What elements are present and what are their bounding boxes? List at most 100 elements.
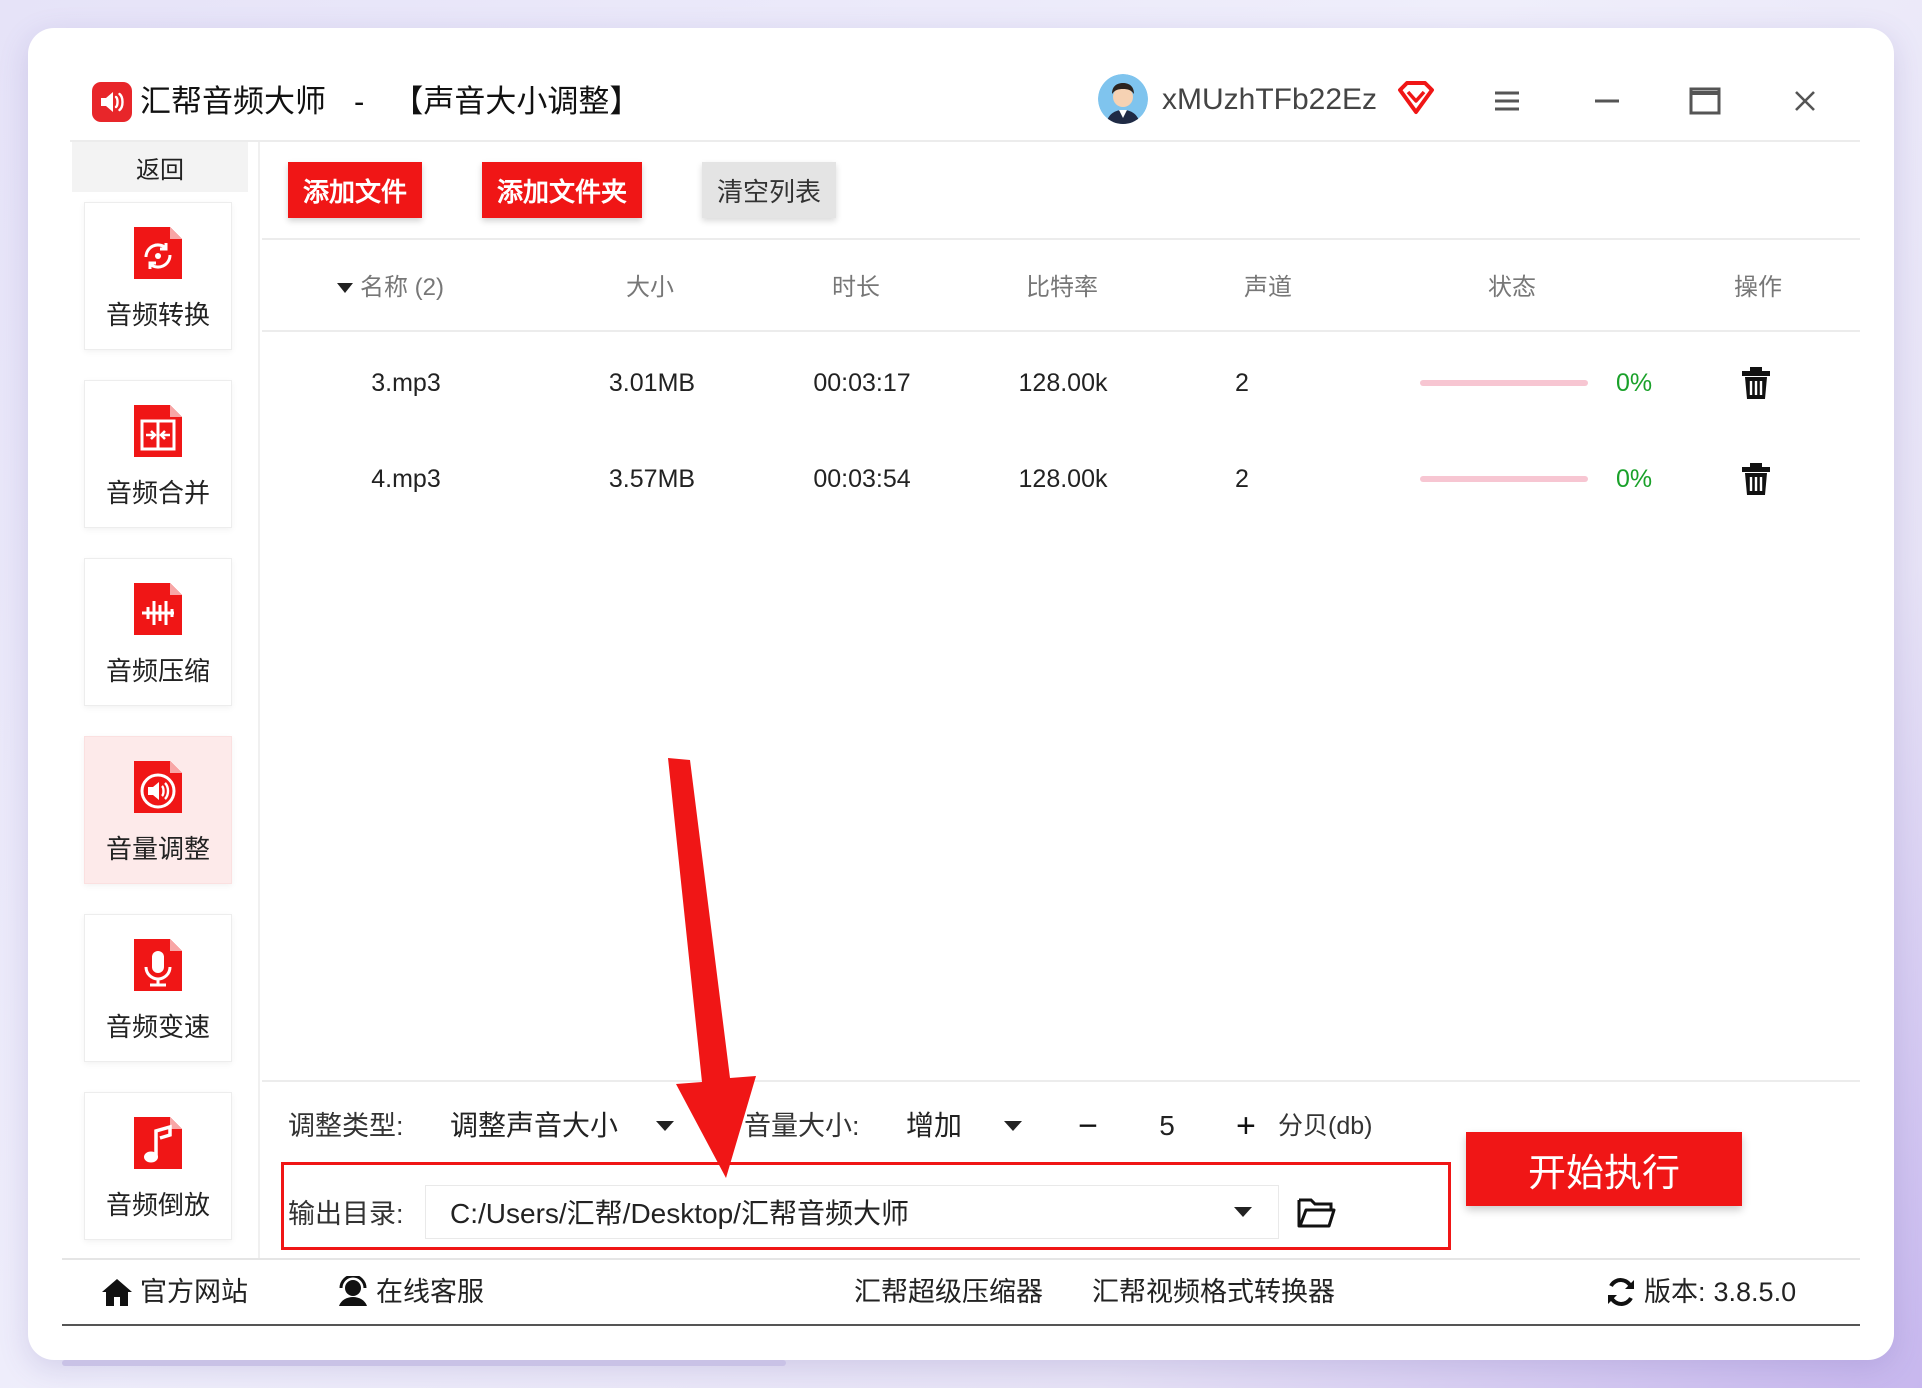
toolbar-divider [262,238,1860,240]
folder-open-icon[interactable] [1296,1194,1336,1230]
home-icon [102,1279,132,1306]
online-service-link[interactable]: 在线客服 [336,1272,484,1312]
back-button[interactable]: 返回 [72,142,248,192]
column-name-label: 名称 (2) [360,274,444,301]
sidebar-item-label: 音频压缩 [105,656,210,686]
window-title: 汇帮音频大师 - 【声音大小调整】 [140,78,640,126]
customer-service-icon [339,1276,367,1306]
options-divider [262,1080,1860,1082]
app-logo-icon [92,82,132,122]
file-duration: 00:03:54 [813,465,911,493]
sidebar-divider [258,142,260,1258]
column-header-duration: 时长 [832,274,880,301]
progress-bar [1420,476,1588,482]
output-dir-value: C:/Users/汇帮/Desktop/汇帮音频大师 [450,1198,909,1229]
official-site-link[interactable]: 官方网站 [100,1272,248,1312]
chevron-down-icon [1234,1207,1252,1217]
menu-icon[interactable] [1484,78,1530,124]
close-icon[interactable] [1782,78,1828,124]
file-name: 3.mp3 [371,369,441,397]
volume-plus-button[interactable]: + [1218,1106,1274,1146]
sort-down-icon [337,283,353,293]
progress-bar [1420,380,1588,386]
title-separator: - [354,84,365,119]
file-size: 3.57MB [608,465,696,493]
compressor-link[interactable]: 汇帮超级压缩器 [854,1272,1043,1312]
official-site-label: 官方网站 [140,1277,248,1307]
column-header-action: 操作 [1734,274,1782,301]
sidebar-item-label: 音频合并 [105,478,210,508]
volume-minus-button[interactable]: − [1060,1106,1116,1146]
adjust-type-value: 调整声音大小 [450,1110,619,1141]
file-channels: 2 [1235,465,1249,493]
table-row[interactable]: 4.mp3 3.57MB 00:03:54 128.00k 2 0% [262,452,1860,506]
sidebar-item-label: 音量调整 [105,834,210,864]
sidebar-item-label: 音频倒放 [105,1190,210,1220]
titlebar-divider [70,140,1860,142]
column-header-size: 大小 [626,274,674,301]
file-bitrate: 128.00k [1018,369,1108,397]
progress-percent: 0% [1616,369,1653,397]
version-info[interactable]: 版本: 3.8.5.0 [1604,1272,1796,1312]
adjust-type-label: 调整类型: [288,1111,404,1141]
volume-unit: 分贝(db) [1278,1112,1373,1140]
window-scroll-indicator [62,1360,786,1366]
table-row[interactable]: 3.mp3 3.01MB 00:03:17 128.00k 2 0% [262,356,1860,410]
sidebar-item-audio-compress[interactable]: 音频压缩 [84,558,232,706]
add-file-button[interactable]: 添加文件 [288,162,422,218]
column-header-channels: 声道 [1244,274,1292,301]
file-name: 4.mp3 [371,465,441,493]
video-converter-link[interactable]: 汇帮视频格式转换器 [1092,1272,1335,1312]
username: xMUzhTFb22Ez [1162,83,1378,116]
file-channels: 2 [1235,369,1249,397]
table-header-divider [262,330,1860,332]
footer-divider [62,1258,1860,1260]
volume-stepper: − 5 + [1060,1098,1274,1154]
version-label: 版本: [1644,1277,1706,1307]
adjust-type-select[interactable]: 调整声音大小 [430,1098,690,1154]
progress-percent: 0% [1616,465,1653,493]
sidebar-item-label: 音频转换 [105,300,210,330]
app-name: 汇帮音频大师 [140,84,326,119]
online-service-label: 在线客服 [376,1277,484,1307]
add-folder-button[interactable]: 添加文件夹 [482,162,642,218]
minimize-icon[interactable] [1584,78,1630,124]
file-duration: 00:03:17 [813,369,911,397]
volume-value[interactable]: 5 [1159,1106,1175,1146]
audio-reverse-icon [134,1117,182,1169]
refresh-icon [1608,1278,1634,1306]
audio-merge-icon [134,405,182,457]
file-size: 3.01MB [608,369,696,397]
output-dir-select[interactable]: C:/Users/汇帮/Desktop/汇帮音频大师 [426,1186,1278,1238]
start-button[interactable]: 开始执行 [1466,1132,1742,1206]
column-header-name[interactable]: 名称 (2) [336,272,444,304]
delete-icon[interactable] [1736,362,1776,402]
version-number: 3.8.5.0 [1713,1277,1797,1307]
page-title: 【声音大小调整】 [392,84,641,119]
delete-icon[interactable] [1736,458,1776,498]
footer-bottom-line [62,1324,1860,1326]
clear-list-button[interactable]: 清空列表 [702,162,836,218]
volume-adjust-icon [134,761,182,813]
sidebar-item-audio-merge[interactable]: 音频合并 [84,380,232,528]
file-bitrate: 128.00k [1018,465,1108,493]
audio-convert-icon [134,227,182,279]
chevron-down-icon [656,1121,674,1131]
sidebar-item-audio-convert[interactable]: 音频转换 [84,202,232,350]
sidebar-item-audio-reverse[interactable]: 音频倒放 [84,1092,232,1240]
sidebar-item-label: 音频变速 [105,1012,210,1042]
output-dir-label: 输出目录: [288,1199,404,1229]
volume-mode-select[interactable]: 增加 [882,1098,1042,1154]
chevron-down-icon [1004,1121,1022,1131]
sidebar-item-audio-speed[interactable]: 音频变速 [84,914,232,1062]
audio-compress-icon [134,583,182,635]
maximize-icon[interactable] [1682,78,1728,124]
audio-speed-icon [134,939,182,991]
sidebar-item-volume-adjust[interactable]: 音量调整 [84,736,232,884]
vip-diamond-icon[interactable] [1396,80,1436,116]
column-header-bitrate: 比特率 [1026,274,1098,301]
volume-label: 音量大小: [744,1111,860,1141]
column-header-status: 状态 [1488,274,1536,301]
avatar[interactable] [1098,74,1148,124]
volume-mode-value: 增加 [906,1110,963,1141]
